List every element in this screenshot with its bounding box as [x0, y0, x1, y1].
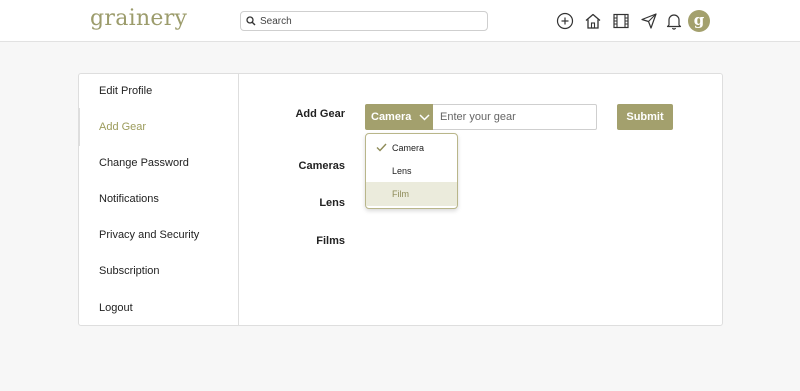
plus-circle-icon[interactable]	[555, 11, 575, 31]
lens-label: Lens	[319, 197, 345, 209]
film-icon[interactable]	[611, 11, 631, 31]
sidebar-item-add-gear[interactable]: Add Gear	[99, 121, 146, 133]
dropdown-option-label: Lens	[392, 166, 412, 176]
send-icon[interactable]	[639, 11, 659, 31]
top-navbar: grainery Search g	[0, 0, 800, 42]
gear-type-value: Camera	[371, 111, 412, 123]
active-indicator	[78, 108, 80, 146]
avatar[interactable]: g	[688, 10, 710, 32]
chevron-down-icon	[419, 113, 430, 121]
search-input[interactable]	[260, 15, 480, 27]
search-box[interactable]	[240, 11, 488, 31]
search-icon	[246, 16, 256, 26]
sidebar-item-privacy-security[interactable]: Privacy and Security	[99, 229, 199, 241]
dropdown-option-lens[interactable]: Lens	[366, 159, 457, 183]
cameras-label: Cameras	[298, 160, 345, 172]
gear-type-dropdown: Camera Lens Film	[365, 133, 458, 209]
gear-type-select[interactable]: Camera	[365, 104, 433, 130]
home-icon[interactable]	[583, 11, 603, 31]
sidebar-item-edit-profile[interactable]: Edit Profile	[99, 85, 152, 97]
add-gear-label: Add Gear	[295, 108, 345, 120]
films-label: Films	[316, 235, 345, 247]
dropdown-option-film[interactable]: Film	[366, 182, 457, 206]
gear-name-input[interactable]	[433, 104, 597, 130]
dropdown-option-camera[interactable]: Camera	[366, 136, 457, 160]
checkmark-icon	[376, 143, 387, 152]
bell-icon[interactable]	[664, 11, 684, 31]
sidebar-item-change-password[interactable]: Change Password	[99, 157, 189, 169]
sidebar-item-subscription[interactable]: Subscription	[99, 265, 160, 277]
app-logo[interactable]: grainery	[90, 6, 187, 31]
sidebar-item-logout[interactable]: Logout	[99, 302, 133, 314]
sidebar-item-notifications[interactable]: Notifications	[99, 193, 159, 205]
settings-sidebar: Edit Profile Add Gear Change Password No…	[78, 74, 239, 325]
submit-button[interactable]: Submit	[617, 104, 673, 130]
dropdown-option-label: Film	[392, 189, 409, 199]
dropdown-option-label: Camera	[392, 143, 425, 153]
settings-card: Edit Profile Add Gear Change Password No…	[78, 73, 723, 326]
